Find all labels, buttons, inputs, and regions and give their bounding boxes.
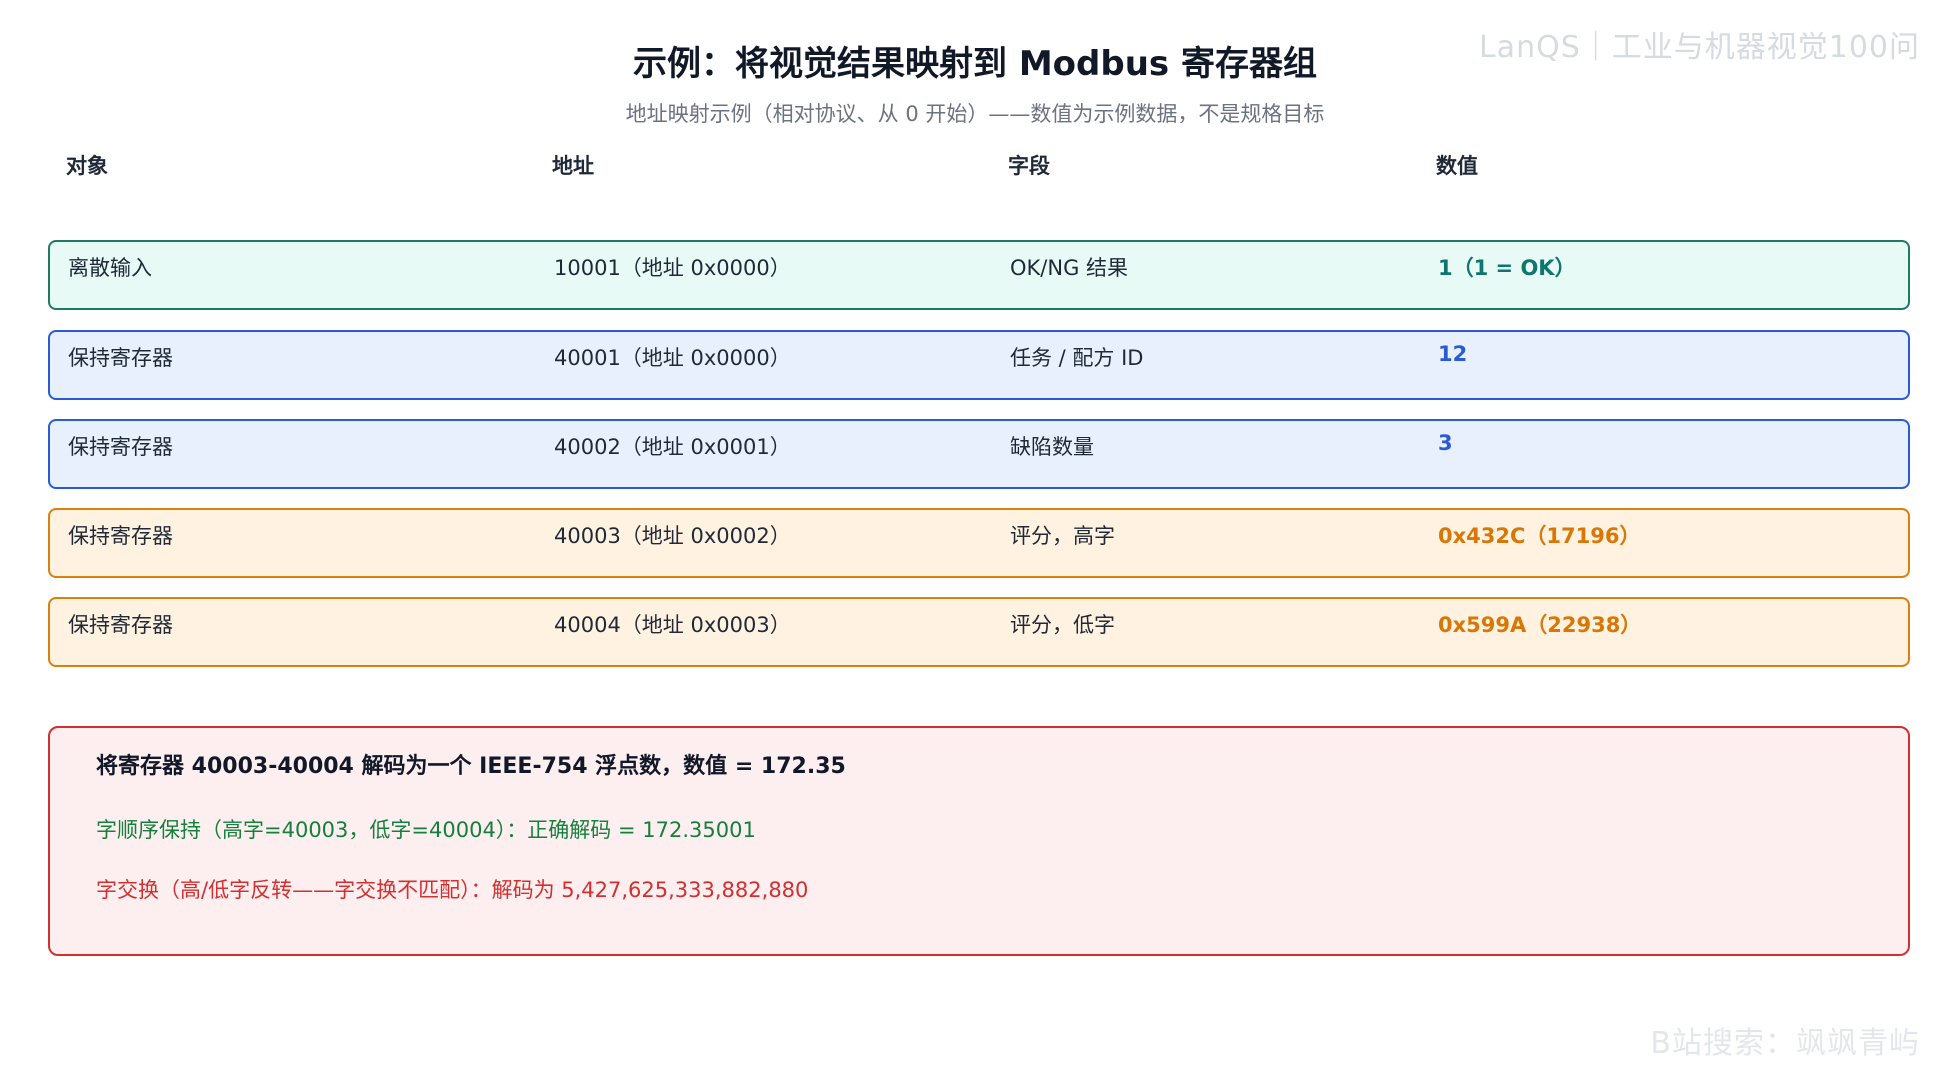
row-address: 10001（地址 0x0000） bbox=[554, 256, 791, 280]
table-header: 对象 地址 字段 数值 bbox=[48, 150, 1914, 180]
row-value: 0x599A（22938） bbox=[1438, 613, 1642, 637]
watermark-bottom: B站搜索：飒飒青屿 bbox=[1650, 1026, 1920, 1061]
row-field: 缺陷数量 bbox=[1010, 435, 1094, 459]
row-object: 保持寄存器 bbox=[68, 346, 173, 370]
table-row: 保持寄存器 40001（地址 0x0000） 任务 / 配方 ID 12 bbox=[48, 330, 1910, 400]
decode-swapped-line: 字交换（高/低字反转——字交换不匹配）：解码为 5,427,625,333,88… bbox=[96, 878, 809, 902]
row-object: 保持寄存器 bbox=[68, 524, 173, 548]
row-address: 40002（地址 0x0001） bbox=[554, 435, 791, 459]
row-object: 保持寄存器 bbox=[68, 613, 173, 637]
table-row: 保持寄存器 40003（地址 0x0002） 评分，高字 0x432C（1719… bbox=[48, 508, 1910, 578]
row-field: OK/NG 结果 bbox=[1010, 256, 1129, 280]
header-address: 地址 bbox=[552, 154, 594, 178]
row-value: 3 bbox=[1438, 431, 1453, 455]
float-decode-panel: 将寄存器 40003-40004 解码为一个 IEEE-754 浮点数，数值 =… bbox=[48, 726, 1910, 956]
row-value: 12 bbox=[1438, 342, 1468, 366]
table-row: 离散输入 10001（地址 0x0000） OK/NG 结果 1（1 = OK） bbox=[48, 240, 1910, 310]
page-title: 示例：将视觉结果映射到 Modbus 寄存器组 bbox=[633, 44, 1317, 84]
table-row: 保持寄存器 40004（地址 0x0003） 评分，低字 0x599A（2293… bbox=[48, 597, 1910, 667]
header-object: 对象 bbox=[66, 154, 108, 178]
row-value: 0x432C（17196） bbox=[1438, 524, 1641, 548]
header-field: 字段 bbox=[1008, 154, 1050, 178]
row-object: 离散输入 bbox=[68, 256, 152, 280]
row-value: 1（1 = OK） bbox=[1438, 256, 1576, 280]
row-address: 40003（地址 0x0002） bbox=[554, 524, 791, 548]
decode-title: 将寄存器 40003-40004 解码为一个 IEEE-754 浮点数，数值 =… bbox=[96, 754, 846, 779]
row-address: 40004（地址 0x0003） bbox=[554, 613, 791, 637]
table-row: 保持寄存器 40002（地址 0x0001） 缺陷数量 3 bbox=[48, 419, 1910, 489]
row-object: 保持寄存器 bbox=[68, 435, 173, 459]
row-field: 任务 / 配方 ID bbox=[1010, 346, 1144, 370]
decode-correct-line: 字顺序保持（高字=40003，低字=40004）：正确解码 = 172.3500… bbox=[96, 818, 756, 842]
header-value: 数值 bbox=[1436, 154, 1478, 178]
row-address: 40001（地址 0x0000） bbox=[554, 346, 791, 370]
page-subtitle: 地址映射示例（相对协议、从 0 开始）——数值为示例数据，不是规格目标 bbox=[625, 102, 1325, 126]
row-field: 评分，高字 bbox=[1010, 524, 1115, 548]
row-field: 评分，低字 bbox=[1010, 613, 1115, 637]
